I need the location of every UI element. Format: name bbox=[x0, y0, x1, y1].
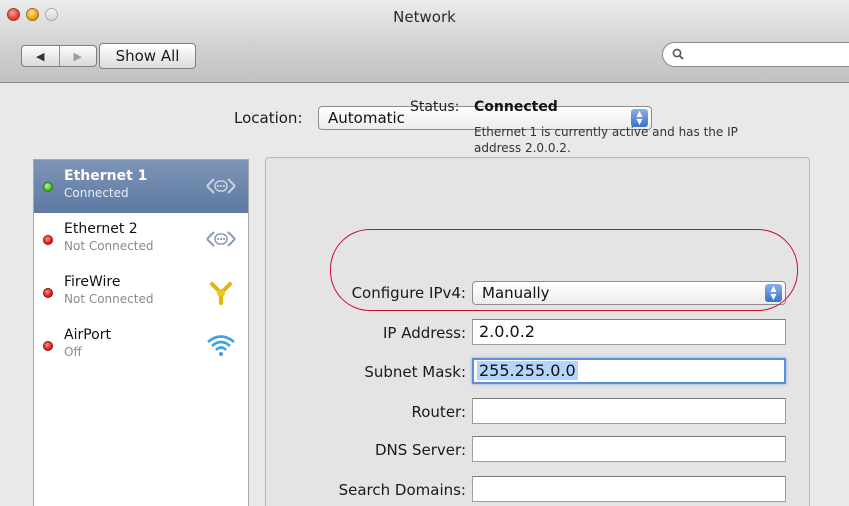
status-description: Ethernet 1 is currently active and has t… bbox=[474, 125, 738, 155]
firewire-icon bbox=[210, 282, 232, 305]
ethernet-icon bbox=[206, 178, 236, 194]
search-field[interactable] bbox=[662, 42, 849, 67]
service-status: Connected bbox=[64, 186, 129, 200]
service-list: Ethernet 1 Connected Ethernet 2 Not Conn… bbox=[33, 159, 249, 506]
subnet-mask-selected-text: 255.255.0.0 bbox=[477, 361, 578, 380]
search-domains-label: Search Domains: bbox=[338, 481, 466, 499]
search-icon bbox=[672, 48, 684, 60]
router-field[interactable] bbox=[472, 398, 786, 424]
service-name: Ethernet 1 bbox=[64, 168, 148, 184]
configure-ipv4-value: Manually bbox=[482, 284, 550, 302]
service-name: AirPort bbox=[64, 327, 111, 343]
location-label: Location: bbox=[234, 109, 303, 127]
back-forward-control: ◀ ▶ bbox=[21, 45, 97, 67]
service-status: Not Connected bbox=[64, 292, 154, 306]
subnet-mask-field[interactable]: 255.255.0.0 bbox=[472, 358, 786, 384]
network-preferences-window: Network ◀ ▶ Show All Location: Automatic… bbox=[0, 0, 849, 506]
service-item-firewire[interactable]: FireWire Not Connected bbox=[34, 266, 248, 319]
window-title: Network bbox=[393, 8, 456, 26]
ip-address-field[interactable]: 2.0.0.2 bbox=[472, 319, 786, 345]
show-all-button[interactable]: Show All bbox=[99, 43, 196, 69]
popup-arrows-icon: ▲ ▼ bbox=[765, 284, 782, 302]
configure-ipv4-label: Configure IPv4: bbox=[351, 284, 466, 302]
status-value: Connected bbox=[474, 99, 558, 115]
service-item-ethernet-1[interactable]: Ethernet 1 Connected bbox=[34, 160, 248, 213]
ethernet-icon bbox=[206, 231, 236, 247]
forward-button[interactable]: ▶ bbox=[58, 46, 97, 66]
router-label: Router: bbox=[411, 403, 467, 421]
location-value: Automatic bbox=[328, 109, 405, 127]
search-domains-field[interactable] bbox=[472, 476, 786, 502]
dns-server-label: DNS Server: bbox=[374, 441, 466, 459]
service-status: Off bbox=[64, 345, 82, 359]
wifi-icon bbox=[207, 335, 235, 356]
service-name: FireWire bbox=[64, 274, 121, 290]
service-name: Ethernet 2 bbox=[64, 221, 138, 237]
back-button[interactable]: ◀ bbox=[22, 46, 59, 66]
ip-address-label: IP Address: bbox=[382, 324, 466, 342]
service-item-airport[interactable]: AirPort Off bbox=[34, 319, 248, 372]
subnet-mask-label: Subnet Mask: bbox=[364, 363, 466, 381]
connected-status-icon bbox=[43, 182, 53, 192]
service-item-ethernet-2[interactable]: Ethernet 2 Not Connected bbox=[34, 213, 248, 266]
disconnected-status-icon bbox=[43, 235, 53, 245]
service-status: Not Connected bbox=[64, 239, 154, 253]
status-label: Status: bbox=[410, 99, 460, 115]
dns-server-field[interactable] bbox=[472, 436, 786, 462]
disconnected-status-icon bbox=[43, 341, 53, 351]
window-toolbar: Network ◀ ▶ Show All bbox=[0, 0, 849, 83]
disconnected-status-icon bbox=[43, 288, 53, 298]
configure-ipv4-popup[interactable]: Manually ▲ ▼ bbox=[472, 281, 786, 305]
